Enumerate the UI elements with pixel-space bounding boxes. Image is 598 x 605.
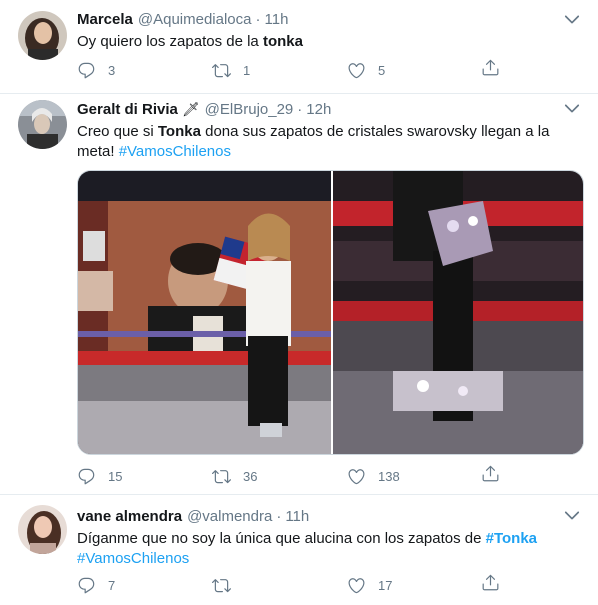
like-button[interactable]: 138 (347, 467, 482, 486)
tweet-text-part: Creo que si (77, 123, 158, 140)
retweet-count: 1 (243, 62, 251, 78)
reply-count: 3 (108, 62, 116, 78)
tweet-content: vane almendra @valmendra · 11h Díganme q… (77, 506, 580, 569)
tweet[interactable]: vane almendra @valmendra · 11h Díganme q… (0, 495, 598, 605)
reply-count: 7 (108, 577, 116, 593)
share-button[interactable] (481, 573, 500, 597)
action-bar: 15 36 138 (77, 465, 507, 487)
avatar[interactable] (18, 11, 67, 60)
tweet-header: Geralt di Rivia 🗡 @ElBrujo_29 · 12h (77, 99, 580, 119)
separator: · (255, 10, 261, 28)
timestamp[interactable]: 11h (265, 11, 289, 28)
tweet-header: vane almendra @valmendra · 11h (77, 506, 580, 526)
separator: · (297, 100, 303, 118)
username[interactable]: @ElBrujo_29 (205, 101, 294, 118)
tweet-content: Geralt di Rivia 🗡 @ElBrujo_29 · 12h Creo… (77, 99, 580, 162)
media-image[interactable] (78, 171, 331, 454)
media-image[interactable] (333, 171, 583, 454)
tweet[interactable]: Marcela @Aquimedialoca · 11h Oy quiero l… (0, 0, 598, 94)
like-count: 17 (378, 577, 393, 593)
retweet-button[interactable]: 1 (212, 61, 347, 80)
reply-button[interactable]: 15 (77, 467, 212, 486)
hashtag-link[interactable]: #VamosChilenos (77, 550, 189, 567)
display-name[interactable]: Marcela (77, 11, 133, 28)
share-button[interactable] (481, 464, 500, 488)
share-icon (481, 573, 500, 592)
like-button[interactable]: 5 (347, 61, 482, 80)
display-name[interactable]: Geralt di Rivia (77, 101, 178, 118)
tweet-text-bold: Tonka (157, 123, 201, 140)
tweet-text-part: Díganme que no soy la única que alucina … (77, 530, 486, 547)
tweet-header: Marcela @Aquimedialoca · 11h (77, 9, 580, 29)
like-icon (347, 61, 366, 80)
tweet-text: Creo que si Tonka dona sus zapatos de cr… (77, 122, 580, 162)
action-bar: 7 17 (77, 574, 507, 596)
timestamp[interactable]: 11h (285, 508, 309, 525)
username[interactable]: @valmendra (187, 508, 272, 525)
tweet-text: Díganme que no soy la única que alucina … (77, 529, 580, 569)
retweet-button[interactable] (212, 576, 347, 595)
avatar[interactable] (18, 505, 67, 554)
share-icon (481, 58, 500, 77)
reply-button[interactable]: 7 (77, 576, 212, 595)
like-icon (347, 576, 366, 595)
avatar[interactable] (18, 100, 67, 149)
hashtag-link[interactable]: #Tonka (486, 530, 537, 547)
retweet-icon (212, 576, 231, 595)
reply-button[interactable]: 3 (77, 61, 212, 80)
like-count: 5 (378, 62, 386, 78)
reply-icon (77, 576, 96, 595)
like-icon (347, 467, 366, 486)
sword-emoji: 🗡 (181, 100, 200, 117)
retweet-icon (212, 467, 231, 486)
timestamp[interactable]: 12h (306, 101, 331, 118)
tweet-text-part: Oy quiero los zapatos de la (77, 33, 263, 50)
action-bar: 3 1 5 (77, 59, 507, 81)
reply-count: 15 (108, 468, 123, 484)
retweet-icon (212, 61, 231, 80)
like-button[interactable]: 17 (347, 576, 482, 595)
share-button[interactable] (481, 58, 500, 82)
username[interactable]: @Aquimedialoca (138, 11, 252, 28)
hashtag-link[interactable]: #VamosChilenos (119, 143, 231, 160)
separator: · (276, 507, 282, 525)
display-name[interactable]: vane almendra (77, 508, 182, 525)
tweet-text: Oy quiero los zapatos de la tonka (77, 32, 580, 52)
like-count: 138 (378, 468, 400, 484)
tweet[interactable]: Geralt di Rivia 🗡 @ElBrujo_29 · 12h Creo… (0, 94, 598, 495)
tweet-content: Marcela @Aquimedialoca · 11h Oy quiero l… (77, 9, 580, 52)
retweet-count: 36 (243, 468, 258, 484)
retweet-button[interactable]: 36 (212, 467, 347, 486)
reply-icon (77, 61, 96, 80)
reply-icon (77, 467, 96, 486)
share-icon (481, 464, 500, 483)
tweet-text-bold: tonka (262, 33, 303, 50)
tweet-media (77, 170, 584, 455)
